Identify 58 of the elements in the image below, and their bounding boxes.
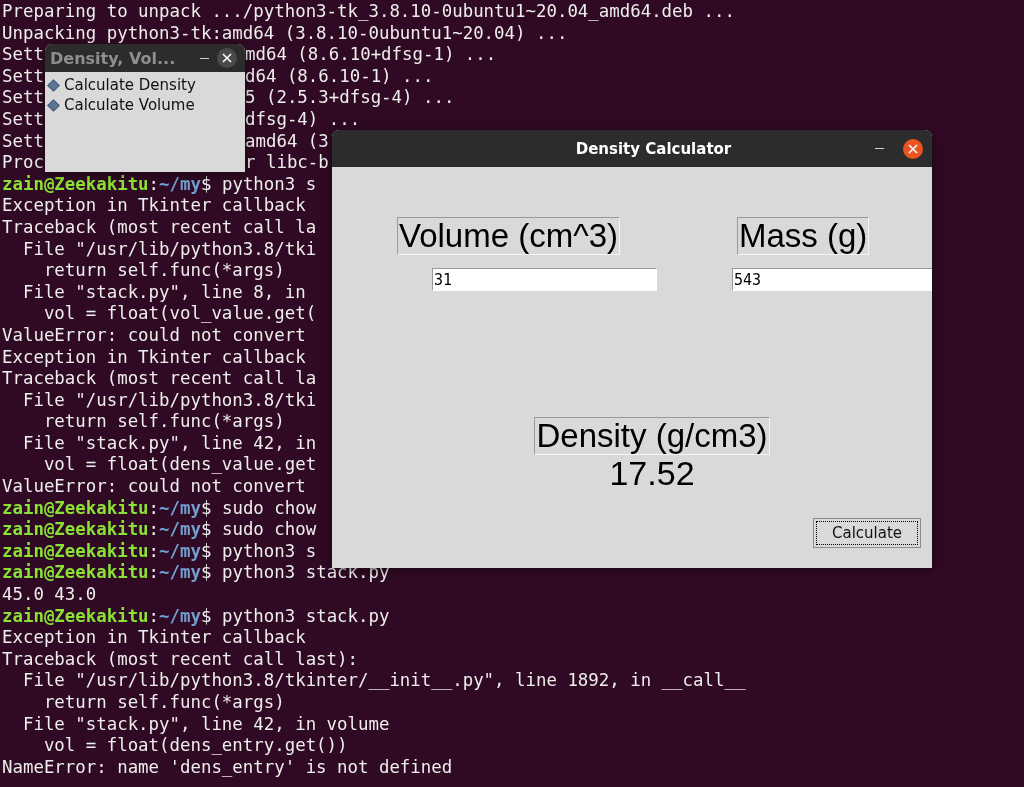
terminal-line: File "stack.py", line 8, in <box>21 281 306 304</box>
density-label: Density (g/cm3) <box>534 417 770 455</box>
terminal-line: return self.func(*args) <box>42 260 285 282</box>
terminal-line: File "stack.py", line 42, in <box>21 432 317 455</box>
volume-input[interactable]: 31 <box>432 268 657 291</box>
radio-option[interactable]: Calculate Density <box>47 75 245 95</box>
terminal-line: md64 (8.6.10+dfsg-1) ... <box>245 44 497 65</box>
mass-label: Mass (g) <box>737 217 870 255</box>
close-button[interactable] <box>903 138 923 159</box>
terminal-line: zain@Zeekakitu:~/my$ python3 s <box>2 540 317 563</box>
terminal-line: zain@Zeekakitu:~/my$ python3 stack.py <box>2 605 390 628</box>
terminal-line: File "/usr/lib/python3.8/tki <box>21 389 317 412</box>
calculate-button[interactable]: Calculate <box>813 518 921 548</box>
terminal-line: Exception in Tkinter callback <box>2 346 306 369</box>
terminal-line: Proc <box>2 152 44 173</box>
terminal-line: Exception in Tkinter callback <box>2 195 306 217</box>
terminal-line: File "stack.py", line 42, in volume <box>21 713 390 736</box>
terminal-line: r libc-b <box>245 152 329 173</box>
terminal-line: Traceback (most recent call last): <box>2 648 358 671</box>
terminal-line: NameError: name 'dens_entry' is not defined <box>2 756 453 779</box>
terminal-line: File "/usr/lib/python3.8/tki <box>21 238 317 261</box>
terminal-line: zain@Zeekakitu:~/my$ sudo chow <box>2 497 317 520</box>
window-title: Density, Vol... <box>50 48 176 68</box>
terminal-line: 5 (2.5.3+dfsg-4) ... <box>245 87 455 108</box>
window-title: Density Calculator <box>575 139 732 158</box>
terminal-line: dfsg-4) ... <box>245 108 361 129</box>
terminal-line: amd64 (3 <box>245 130 329 151</box>
terminal-line: Exception in Tkinter callback <box>2 627 306 649</box>
terminal-line: ValueError: could not convert <box>2 476 306 498</box>
mass-input[interactable]: 543 <box>732 268 932 291</box>
terminal-line: d64 (8.6.10-1) ... <box>245 65 434 86</box>
terminal-line: return self.func(*args) <box>42 411 285 433</box>
terminal-line: 45.0 43.0 <box>2 584 97 606</box>
terminal-line: vol = float(dens_entry.get()) <box>42 735 348 757</box>
terminal-line: zain@Zeekakitu:~/my$ python3 s <box>2 173 317 196</box>
terminal-line: Sett <box>2 87 44 108</box>
volume-label: Volume (cm^3) <box>397 217 621 255</box>
terminal-line: File "/usr/lib/python3.8/tkinter/__init__.py", line 1892, in __call__ <box>21 670 746 692</box>
terminal-line: ValueError: could not convert <box>2 324 306 347</box>
terminal-line: zain@Zeekakitu:~/my$ python3 stack.py <box>2 562 390 585</box>
terminal-line: zain@Zeekakitu:~/my$ sudo chow <box>2 519 317 541</box>
minimize-icon[interactable] <box>200 57 209 59</box>
terminal-line: vol = float(vol_value.get( <box>42 303 317 325</box>
terminal-line: Traceback (most recent call la <box>2 216 317 239</box>
terminal-line: Preparing to unpack .../python3-tk_3.8.10-0ubuntu1~20.04_amd64.deb ... <box>2 1 735 23</box>
terminal-line: Sett <box>2 130 44 151</box>
terminal-line: Unpacking python3-tk:amd64 (3.8.10-0ubuntu1~20.04) ... <box>2 22 568 45</box>
terminal-line: vol = float(dens_value.get <box>42 454 317 477</box>
terminal-line: return self.func(*args) <box>42 692 285 714</box>
terminal-line: Sett <box>2 65 44 86</box>
terminal-line: Traceback (most recent call la <box>2 368 317 390</box>
density-value: 17.52 <box>609 455 695 491</box>
terminal-line: Sett <box>2 108 44 129</box>
close-icon <box>222 53 232 63</box>
close-button[interactable] <box>217 48 237 68</box>
close-icon <box>908 143 918 154</box>
radio-option[interactable]: Calculate Volume <box>47 95 245 115</box>
terminal-line: Sett <box>2 44 44 65</box>
